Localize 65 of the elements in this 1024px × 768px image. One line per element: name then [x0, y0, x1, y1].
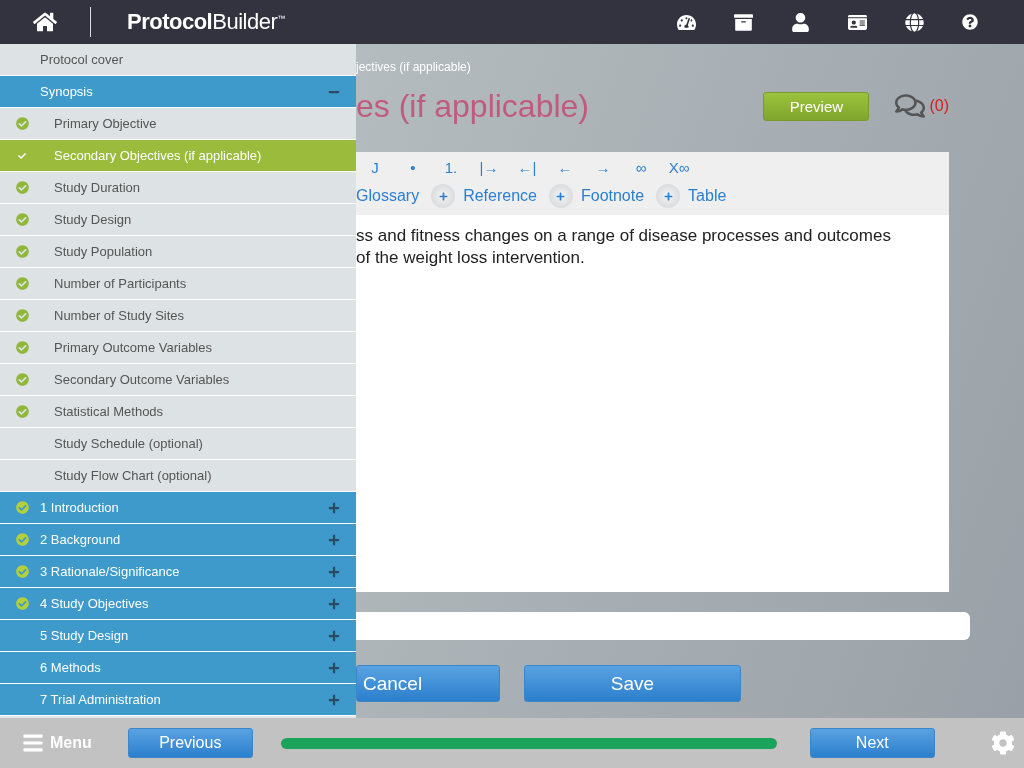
expand-icon[interactable] [328, 565, 340, 578]
settings-icon[interactable] [990, 731, 1015, 755]
sidebar-item[interactable]: Number of Participants [0, 268, 356, 300]
format-tool[interactable]: X∞ [660, 159, 698, 176]
sidebar-item[interactable]: Statistical Methods [0, 396, 356, 428]
section-item[interactable]: 2 Background [0, 524, 356, 556]
plus-icon [438, 191, 448, 201]
page-title: es (if applicable) [356, 87, 590, 125]
next-button[interactable]: Next [809, 728, 935, 758]
home-icon[interactable] [33, 10, 57, 34]
plus-icon [663, 191, 673, 201]
user-icon[interactable] [791, 12, 810, 32]
section-item[interactable]: 6 Methods [0, 652, 356, 684]
save-button[interactable]: Save [524, 665, 741, 702]
sidebar-item[interactable]: Study Design [0, 204, 356, 236]
expand-icon[interactable] [328, 533, 340, 546]
format-tool[interactable]: J [356, 159, 394, 176]
section-item[interactable]: 5 Study Design [0, 620, 356, 652]
editor-text[interactable]: ss and fitness changes on a range of disease processes and outcomes of the weight loss intervention. [356, 215, 949, 269]
sidebar-item[interactable]: Primary Outcome Variables [0, 332, 356, 364]
sidebar-item[interactable]: Secondary Objectives (if applicable) [0, 140, 356, 172]
section-item[interactable]: 3 Rationale/Significance [0, 556, 356, 588]
insert-button[interactable]: Footnote [548, 184, 657, 208]
help-icon[interactable] [962, 14, 978, 30]
sidebar-item[interactable]: Study Duration [0, 172, 356, 204]
format-tool[interactable]: → [584, 159, 622, 176]
sidebar-item[interactable]: Study Flow Chart (optional) [0, 460, 356, 492]
comment-count: (0) [929, 97, 949, 115]
globe-icon[interactable] [905, 12, 924, 32]
menu-icon [22, 732, 44, 754]
cancel-button[interactable]: Cancel [356, 665, 500, 702]
insert-button[interactable]: Table [656, 184, 739, 208]
expand-icon[interactable] [328, 661, 340, 674]
format-tool[interactable]: 1. [432, 159, 470, 176]
format-tool[interactable]: |→ [470, 159, 508, 176]
expand-icon[interactable] [328, 629, 340, 642]
expand-icon[interactable] [328, 501, 340, 514]
insert-button[interactable]: Glossary [356, 187, 432, 205]
sidebar-item[interactable]: Study Schedule (optional) [0, 428, 356, 460]
preview-button[interactable]: Preview [763, 91, 870, 121]
app-logo: ProtocolBuilder$^{™}$ [127, 9, 285, 35]
sidebar-item[interactable]: Primary Objective [0, 108, 356, 140]
section-item[interactable]: 7 Trial Administration [0, 684, 356, 716]
format-tool[interactable]: • [394, 159, 432, 176]
sidebar-item[interactable]: Secondary Outcome Variables [0, 364, 356, 396]
plus-icon [556, 191, 566, 201]
section-item[interactable]: 4 Study Objectives [0, 588, 356, 620]
expand-icon[interactable] [328, 597, 340, 610]
input-field[interactable] [356, 612, 970, 640]
section-item[interactable]: Synopsis [0, 76, 356, 108]
format-tool[interactable]: ∞ [622, 159, 660, 176]
insert-button[interactable]: Reference [431, 184, 549, 208]
previous-button[interactable]: Previous [127, 728, 253, 758]
section-item[interactable]: 1 Introduction [0, 492, 356, 524]
comments-icon[interactable] [895, 91, 926, 121]
gauge-icon[interactable] [677, 12, 696, 32]
archive-icon[interactable] [734, 12, 753, 32]
sidebar-item[interactable]: Number of Study Sites [0, 300, 356, 332]
breadcrumb: jectives (if applicable) [356, 60, 472, 74]
sidebar-item[interactable]: Study Population [0, 236, 356, 268]
sidebar-item[interactable]: Protocol cover [0, 44, 356, 76]
format-tool[interactable]: ←| [508, 159, 546, 176]
format-tool[interactable]: ← [546, 159, 584, 176]
id-card-icon[interactable] [848, 12, 867, 32]
expand-icon[interactable] [328, 693, 340, 706]
